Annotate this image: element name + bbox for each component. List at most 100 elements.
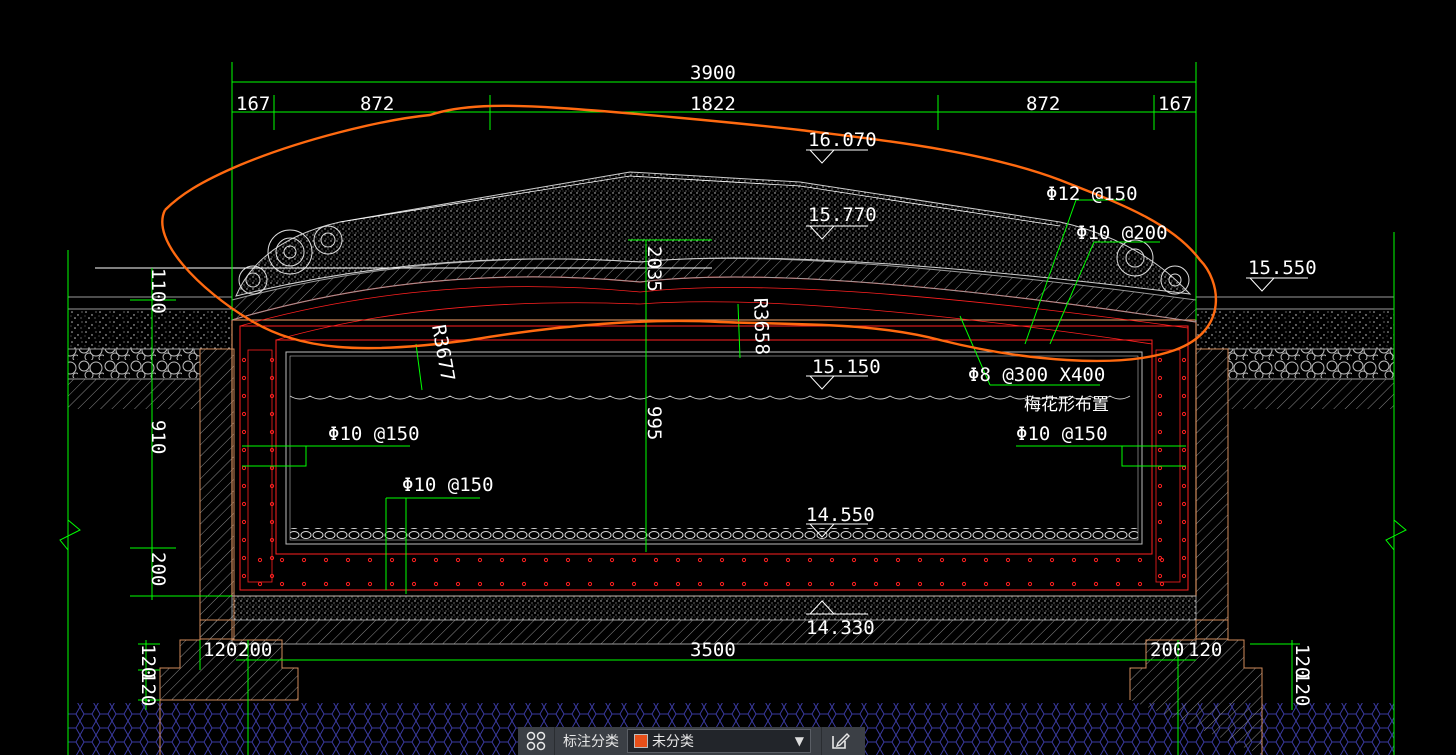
rebar-dot (1157, 537, 1163, 543)
rebar-dot (241, 375, 247, 381)
rebar-dot (785, 581, 791, 587)
rebar-dot (1159, 557, 1165, 563)
rebar-top-2: Φ10 @200 (1076, 222, 1168, 244)
rebar-dot (323, 557, 329, 563)
rebar-dot (1157, 501, 1163, 507)
rebar-dot (521, 581, 527, 587)
rebar-dot (1027, 581, 1033, 587)
dim-120-right: 120 (1188, 639, 1222, 661)
rebar-dot (829, 557, 835, 563)
rebar-dot (675, 557, 681, 563)
rebar-dot (587, 557, 593, 563)
cad-drawing-canvas[interactable]: 3900 167 872 1822 872 167 3500 120 200 2… (0, 0, 1456, 755)
elev-14330: 14.330 (806, 617, 875, 639)
rebar-dot (1181, 465, 1187, 471)
dim-1100: 1100 (147, 268, 169, 314)
rebar-slab: Φ10 @150 (402, 474, 494, 496)
rebar-dot (241, 411, 247, 417)
dim-872-right: 872 (1026, 93, 1060, 115)
rebar-dot (301, 557, 307, 563)
rebar-dot (1157, 429, 1163, 435)
rebar-dot (939, 581, 945, 587)
rebar-dot (257, 557, 263, 563)
elev-15550: 15.550 (1248, 257, 1317, 279)
rebar-dot (851, 581, 857, 587)
rebar-dot (697, 557, 703, 563)
radius-left: R3677 (427, 323, 459, 383)
rebar-dot (741, 557, 747, 563)
rebar-dot (389, 581, 395, 587)
rebar-dot (653, 581, 659, 587)
rebar-dot (455, 581, 461, 587)
rebar-dot (983, 557, 989, 563)
rebar-dot (895, 581, 901, 587)
edit-icon[interactable] (821, 727, 858, 755)
rebar-dot (241, 519, 247, 525)
rebar-dot (1181, 573, 1187, 579)
rebar-dot (323, 581, 329, 587)
rebar-dot (763, 557, 769, 563)
rebar-dot (807, 581, 813, 587)
rebar-dot (1157, 573, 1163, 579)
rebar-dot (631, 557, 637, 563)
rebar-dot (411, 557, 417, 563)
rebar-dots (241, 357, 1187, 587)
rebar-dot (719, 581, 725, 587)
rebar-dot (1159, 581, 1165, 587)
rebar-dot (1005, 557, 1011, 563)
rebar-dot (433, 581, 439, 587)
chevron-down-icon[interactable]: ▼ (795, 734, 804, 748)
rebar-dot (521, 557, 527, 563)
rebar-dot (1181, 501, 1187, 507)
rebar-wall-left: Φ10 @150 (328, 423, 420, 445)
rebar-dot (1181, 519, 1187, 525)
rebar-dot (1049, 581, 1055, 587)
grid-icon[interactable] (518, 727, 555, 755)
rebar-dot (587, 581, 593, 587)
rebar-dot (565, 581, 571, 587)
rebar-dot (433, 557, 439, 563)
rebar-dot (1157, 483, 1163, 489)
rebar-dot (1181, 393, 1187, 399)
rebar-dot (411, 581, 417, 587)
rebar-dot (1157, 465, 1163, 471)
rebar-dot (1137, 581, 1143, 587)
rebar-dot (279, 581, 285, 587)
rebar-dot (829, 581, 835, 587)
rebar-tie: Φ8 @300 X400 (968, 364, 1105, 386)
rebar-dot (763, 581, 769, 587)
dim-872-left: 872 (360, 93, 394, 115)
rebar-dot (543, 581, 549, 587)
rebar-dot (873, 581, 879, 587)
dim-120-left: 120 (203, 639, 237, 661)
dim-995: 995 (643, 406, 665, 440)
rebar-dot (1071, 581, 1077, 587)
rebar-dot (1157, 375, 1163, 381)
rebar-dot (851, 557, 857, 563)
rebar-dot (1005, 581, 1011, 587)
dim-167-right: 167 (1158, 93, 1192, 115)
rebar-dot (241, 555, 247, 561)
dim-120-side-left2: 120 (137, 672, 159, 706)
rebar-dot (1181, 429, 1187, 435)
rebar-dot (917, 557, 923, 563)
rebar-dot (455, 557, 461, 563)
rebar-dot (241, 573, 247, 579)
rebar-dot (241, 483, 247, 489)
rebar-dot (241, 429, 247, 435)
annotation-category-label: 标注分类 (563, 734, 619, 750)
rebar-dot (241, 537, 247, 543)
elev-16070: 16.070 (808, 129, 877, 151)
rebar-dot (1115, 557, 1121, 563)
dim-200-right: 200 (1150, 639, 1184, 661)
rebar-dot (741, 581, 747, 587)
dim-200-vert: 200 (147, 552, 169, 586)
rebar-dot (1181, 483, 1187, 489)
dim-1822: 1822 (690, 93, 736, 115)
rebar-dot (565, 557, 571, 563)
dim-3500: 3500 (690, 639, 736, 661)
rebar-dot (1049, 557, 1055, 563)
rebar-dot (1157, 411, 1163, 417)
rebar-dot (675, 581, 681, 587)
annotation-category-select[interactable]: 未分类 ▼ (627, 729, 811, 753)
